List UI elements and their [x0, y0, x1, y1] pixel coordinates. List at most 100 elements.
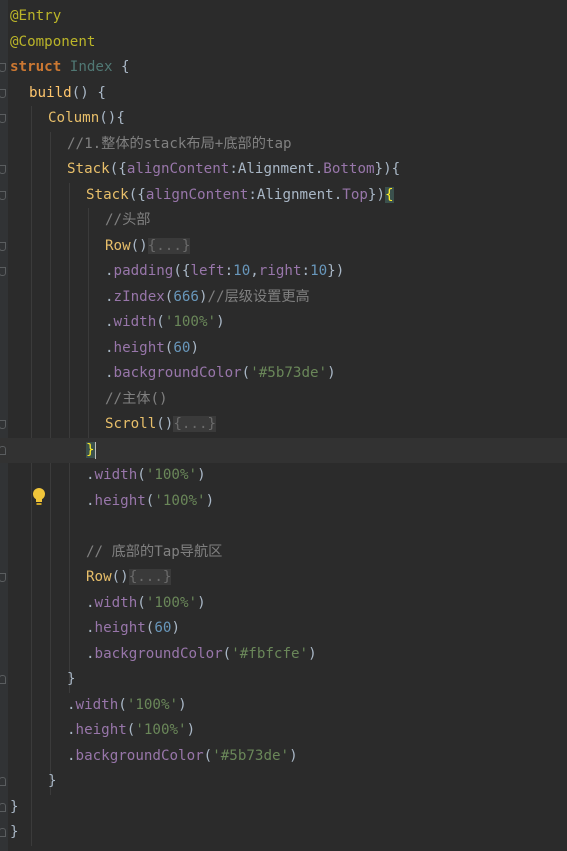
code-token: } [48, 773, 57, 789]
code-token: '#5b73de' [250, 365, 328, 381]
code-line[interactable]: .height(60) [0, 616, 567, 642]
fold-marker-icon[interactable] [0, 267, 6, 276]
code-line[interactable]: @Entry [0, 4, 567, 30]
code-token: . [86, 645, 95, 662]
code-token: ( [222, 645, 232, 662]
code-token: : [224, 263, 234, 279]
code-line[interactable]: @Component [0, 30, 567, 56]
code-line[interactable]: struct Index { [0, 55, 567, 81]
code-line[interactable]: Scroll(){...} [0, 412, 567, 438]
code-line[interactable]: //头部 [0, 208, 567, 234]
code-line[interactable]: .backgroundColor('#5b73de') [0, 744, 567, 770]
code-token: width [75, 696, 119, 713]
code-editor[interactable]: @Entry @Component struct Index {build() {C… [0, 0, 567, 851]
code-line[interactable]: Stack({alignContent:Alignment.Bottom}){ [0, 157, 567, 183]
fold-marker-icon[interactable] [0, 63, 6, 72]
fold-marker-icon[interactable] [0, 675, 6, 684]
code-line[interactable]: .width('100%') [0, 463, 567, 489]
fold-marker-icon[interactable] [0, 88, 6, 98]
code-token: . [105, 314, 114, 330]
fold-marker-icon[interactable] [0, 190, 6, 200]
fold-marker-icon[interactable] [0, 802, 6, 812]
code-token: . [86, 492, 95, 509]
code-line[interactable]: Column(){ [0, 106, 567, 132]
code-line[interactable]: .backgroundColor('#fbfcfe') [0, 642, 567, 668]
code-token: . [105, 365, 114, 381]
code-token: ) [190, 339, 199, 356]
code-token: ) [308, 645, 317, 662]
code-token: ( [137, 594, 146, 611]
code-token: , [250, 263, 259, 279]
code-token: ) [205, 492, 215, 509]
code-token: () [156, 416, 174, 432]
code-token: ({ [128, 186, 146, 203]
code-line[interactable]: .height('100%') [0, 718, 567, 744]
fold-marker-icon[interactable] [0, 165, 6, 174]
code-token: alignContent [126, 161, 230, 177]
code-token: build [29, 84, 72, 101]
code-token: Row [105, 237, 131, 254]
code-token: 10 [310, 263, 328, 279]
code-token: ({ [109, 161, 127, 177]
code-line[interactable]: .width('100%') [0, 693, 567, 719]
code-token: '100%' [154, 492, 206, 509]
code-line[interactable]: .padding({left:10,right:10}) [0, 259, 567, 285]
code-line[interactable]: Row(){...} [0, 234, 567, 260]
fold-marker-icon[interactable] [0, 420, 6, 429]
code-line[interactable]: // 底部的Tap导航区 [0, 540, 567, 566]
code-token: } [67, 671, 76, 687]
code-line[interactable]: .height(60) [0, 336, 567, 362]
text-caret [95, 441, 96, 459]
code-token: :Alignment. [248, 186, 343, 203]
code-token: height [113, 339, 165, 356]
code-line[interactable]: } [0, 820, 567, 846]
code-token: } [10, 824, 19, 840]
code-token: Bottom [323, 161, 375, 177]
code-line[interactable]: .backgroundColor('#5b73de') [0, 361, 567, 387]
code-token: width [113, 314, 157, 330]
fold-marker-icon[interactable] [0, 445, 6, 455]
fold-marker-icon[interactable] [0, 777, 6, 786]
code-line[interactable]: //1.整体的stack布局+底部的tap [0, 132, 567, 158]
code-line[interactable]: } [0, 795, 567, 821]
code-token: :Alignment. [229, 161, 324, 177]
lightbulb-icon[interactable] [31, 487, 47, 507]
code-token: //1.整体的stack布局+底部的tap [67, 135, 292, 152]
code-token: width [94, 467, 138, 483]
fold-marker-icon[interactable] [0, 828, 6, 837]
code-token: padding [113, 263, 174, 279]
code-token: {...} [147, 237, 191, 254]
code-token: Stack [86, 186, 129, 203]
code-token: {...} [128, 569, 172, 585]
fold-marker-icon[interactable] [0, 241, 6, 251]
code-token: ( [203, 747, 213, 764]
code-line[interactable]: } [0, 437, 567, 463]
code-token: Scroll [105, 416, 157, 432]
code-line[interactable]: Stack({alignContent:Alignment.Top}){ [0, 183, 567, 209]
code-token: . [105, 339, 114, 356]
code-line[interactable]: .zIndex(666)//层级设置更高 [0, 285, 567, 311]
code-line[interactable]: } [0, 667, 567, 693]
code-token: struct [10, 59, 70, 75]
code-token: ) [178, 696, 187, 713]
code-token: @Entry [10, 8, 62, 24]
code-token: { [112, 59, 130, 75]
code-token: '100%' [145, 594, 198, 611]
code-line[interactable]: .width('100%') [0, 310, 567, 336]
code-line[interactable]: //主体() [0, 387, 567, 413]
fold-marker-icon[interactable] [0, 114, 6, 123]
code-token: 60 [173, 339, 191, 356]
code-token: zIndex [113, 288, 165, 305]
code-line[interactable] [0, 514, 567, 540]
code-line[interactable]: Row(){...} [0, 565, 567, 591]
code-token: Row [86, 569, 112, 585]
code-token: ( [241, 365, 251, 381]
code-line[interactable]: build() { [0, 81, 567, 107]
code-line[interactable]: .height('100%') [0, 489, 567, 515]
code-token: ( [156, 314, 165, 330]
code-token: Stack [67, 161, 110, 177]
code-line[interactable]: } [0, 769, 567, 795]
code-token: . [67, 722, 76, 738]
code-line[interactable]: .width('100%') [0, 591, 567, 617]
fold-marker-icon[interactable] [0, 573, 6, 582]
